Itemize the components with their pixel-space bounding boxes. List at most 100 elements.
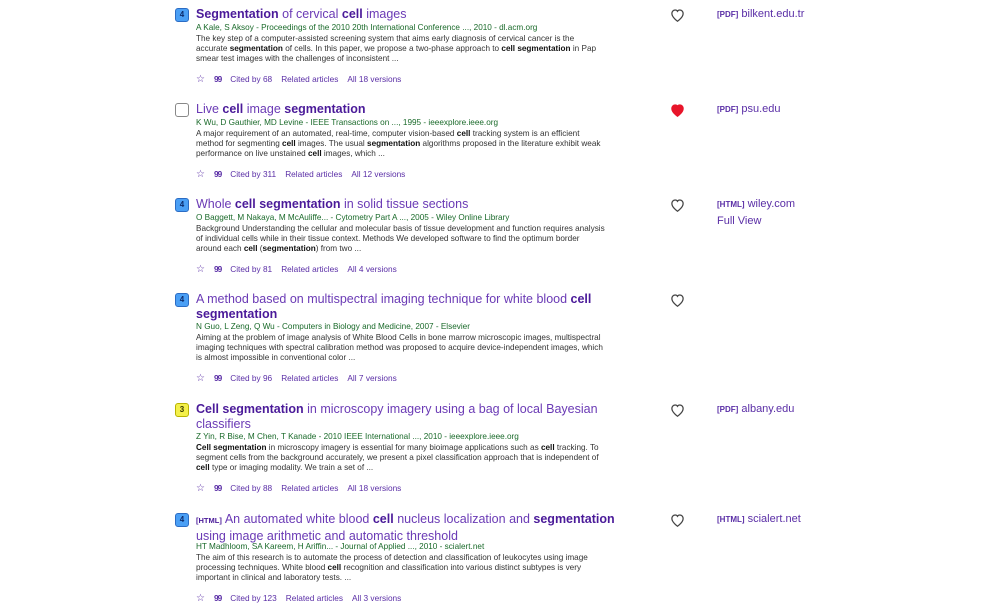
search-result: 4 [HTML] An automated white blood cell nuc…: [0, 511, 1000, 604]
save-star-icon[interactable]: ☆: [196, 265, 205, 275]
title-highlight: cell segmentation: [234, 197, 341, 211]
result-authors-source: A Kale, S Aksoy - Proceedings of the 201…: [196, 23, 538, 32]
heart-outline-icon[interactable]: [670, 198, 685, 213]
cite-quote-icon[interactable]: 99: [214, 74, 222, 84]
heart-outline-icon[interactable]: [670, 513, 685, 528]
all-versions-link[interactable]: All 3 versions: [352, 593, 401, 603]
snippet-highlight: segmentation: [262, 244, 316, 254]
title-highlight: segmentation: [284, 102, 366, 116]
fulltext-type: [PDF]: [717, 405, 739, 414]
fulltext-link[interactable]: [PDF] bilkent.edu.tr: [717, 6, 804, 23]
save-star-icon[interactable]: ☆: [196, 75, 205, 85]
title-text: in solid tissue sections: [340, 197, 469, 211]
related-articles-link[interactable]: Related articles: [285, 169, 342, 179]
related-articles-link[interactable]: Related articles: [281, 74, 338, 84]
all-versions-link[interactable]: All 4 versions: [347, 264, 396, 274]
snippet-highlight: cell: [196, 463, 210, 473]
snippet-text: ) from two ...: [315, 244, 362, 254]
all-versions-link[interactable]: All 7 versions: [347, 373, 396, 383]
fulltext-link[interactable]: [HTML] wiley.com Full View: [717, 196, 795, 229]
result-title-link[interactable]: Live cell image segmentation: [196, 102, 616, 117]
result-actions: ☆ 99 Cited by 311 Related articles All 12 ve…: [196, 169, 414, 180]
snippet-text: type or imaging modality. We train a set…: [209, 463, 374, 473]
result-actions: ☆ 99 Cited by 96 Related articles All 7 vers…: [196, 373, 406, 384]
fulltext-link[interactable]: [HTML] scialert.net: [717, 511, 801, 528]
save-star-icon[interactable]: ☆: [196, 170, 205, 180]
snippet-highlight: Cell segmentation: [196, 443, 267, 452]
fulltext-link[interactable]: [PDF] albany.edu: [717, 401, 794, 418]
snippet-text: images. The usual: [295, 139, 368, 149]
format-tag: [HTML]: [196, 516, 222, 525]
title-text: image: [243, 102, 285, 116]
score-badge: 4: [175, 8, 189, 22]
title-text: of cervical: [278, 7, 342, 21]
save-star-icon[interactable]: ☆: [196, 594, 205, 604]
heart-outline-icon[interactable]: [670, 8, 685, 23]
cited-by-link[interactable]: Cited by 88: [230, 483, 272, 493]
fulltext-type: [HTML]: [717, 200, 745, 209]
result-title-link[interactable]: Segmentation of cervical cell images: [196, 7, 616, 22]
full-view-link[interactable]: Full View: [717, 215, 761, 227]
cited-by-link[interactable]: Cited by 123: [230, 593, 277, 603]
fulltext-link[interactable]: [PDF] psu.edu: [717, 101, 781, 118]
score-badge: 3: [175, 403, 189, 417]
result-snippet: Aiming at the problem of image analysis …: [196, 333, 606, 364]
result-authors-source: O Baggett, M Nakaya, M McAuliffe... - Cy…: [196, 213, 510, 222]
cite-quote-icon[interactable]: 99: [214, 593, 222, 603]
result-snippet: A major requirement of an automated, rea…: [196, 129, 606, 160]
title-text: Whole: [196, 197, 235, 211]
result-title-link[interactable]: Cell segmentation in microscopy imagery …: [196, 402, 616, 431]
search-result: 4 Whole cell segmentation in solid tissue…: [0, 197, 1000, 287]
result-title-link[interactable]: [HTML] An automated white blood cell nucl…: [196, 512, 616, 543]
title-text: Live: [196, 102, 223, 116]
related-articles-link[interactable]: Related articles: [286, 593, 343, 603]
snippet-highlight: segmentation: [229, 44, 283, 54]
title-highlight: Segmentation: [196, 7, 279, 21]
all-versions-link[interactable]: All 18 versions: [347, 74, 401, 84]
related-articles-link[interactable]: Related articles: [281, 483, 338, 493]
search-result: 4 A method based on multispectral imaging…: [0, 292, 1000, 384]
related-articles-link[interactable]: Related articles: [281, 264, 338, 274]
snippet-highlight: cell: [307, 149, 322, 159]
heart-outline-icon[interactable]: [670, 293, 685, 308]
snippet-text: A major requirement of an automated, rea…: [196, 129, 457, 138]
cited-by-link[interactable]: Cited by 96: [230, 373, 272, 383]
cited-by-link[interactable]: Cited by 81: [230, 264, 272, 274]
fulltext-source: albany.edu: [738, 403, 795, 415]
heart-outline-icon[interactable]: [670, 403, 685, 418]
result-snippet: The aim of this research is to automate …: [196, 553, 606, 584]
related-articles-link[interactable]: Related articles: [281, 373, 338, 383]
cited-by-link[interactable]: Cited by 311: [230, 169, 276, 179]
title-text: nucleus localization and: [393, 512, 534, 526]
title-text: images: [362, 7, 407, 21]
result-actions: ☆ 99 Cited by 68 Related articles All 18 ver…: [196, 74, 410, 85]
save-star-icon[interactable]: ☆: [196, 374, 205, 384]
cite-quote-icon[interactable]: 99: [214, 169, 222, 179]
save-star-icon[interactable]: ☆: [196, 484, 205, 494]
search-result: 3 Cell segmentation in microscopy imagery…: [0, 401, 1000, 494]
score-badge: [175, 103, 189, 117]
result-title-link[interactable]: A method based on multispectral imaging …: [196, 292, 616, 321]
fulltext-source: psu.edu: [738, 103, 781, 115]
result-title-link[interactable]: Whole cell segmentation in solid tissue …: [196, 197, 616, 212]
fulltext-source: bilkent.edu.tr: [738, 8, 805, 20]
result-authors-source: HT Madhloom, SA Kareem, H Ariffin... - J…: [196, 542, 485, 551]
fulltext-type: [HTML]: [717, 515, 745, 524]
result-actions: ☆ 99 Cited by 81 Related articles All 4 vers…: [196, 264, 406, 275]
result-snippet: The key step of a computer-assisted scre…: [196, 34, 606, 65]
snippet-highlight: cell: [540, 443, 555, 452]
all-versions-link[interactable]: All 12 versions: [351, 169, 405, 179]
fulltext-source: scialert.net: [744, 513, 801, 525]
snippet-text: of cells. In this paper, we propose a tw…: [282, 44, 502, 54]
heart-filled-icon[interactable]: [670, 103, 685, 118]
result-authors-source: K Wu, D Gauthier, MD Levine - IEEE Trans…: [196, 118, 499, 127]
all-versions-link[interactable]: All 18 versions: [347, 483, 401, 493]
cite-quote-icon[interactable]: 99: [214, 483, 222, 493]
title-text: using image arithmetic and automatic thr…: [196, 528, 458, 543]
cited-by-link[interactable]: Cited by 68: [230, 74, 272, 84]
fulltext-type: [PDF]: [717, 105, 739, 114]
cite-quote-icon[interactable]: 99: [214, 373, 222, 383]
score-badge: 4: [175, 513, 189, 527]
cite-quote-icon[interactable]: 99: [214, 264, 222, 274]
title-highlight: cell: [341, 7, 363, 21]
